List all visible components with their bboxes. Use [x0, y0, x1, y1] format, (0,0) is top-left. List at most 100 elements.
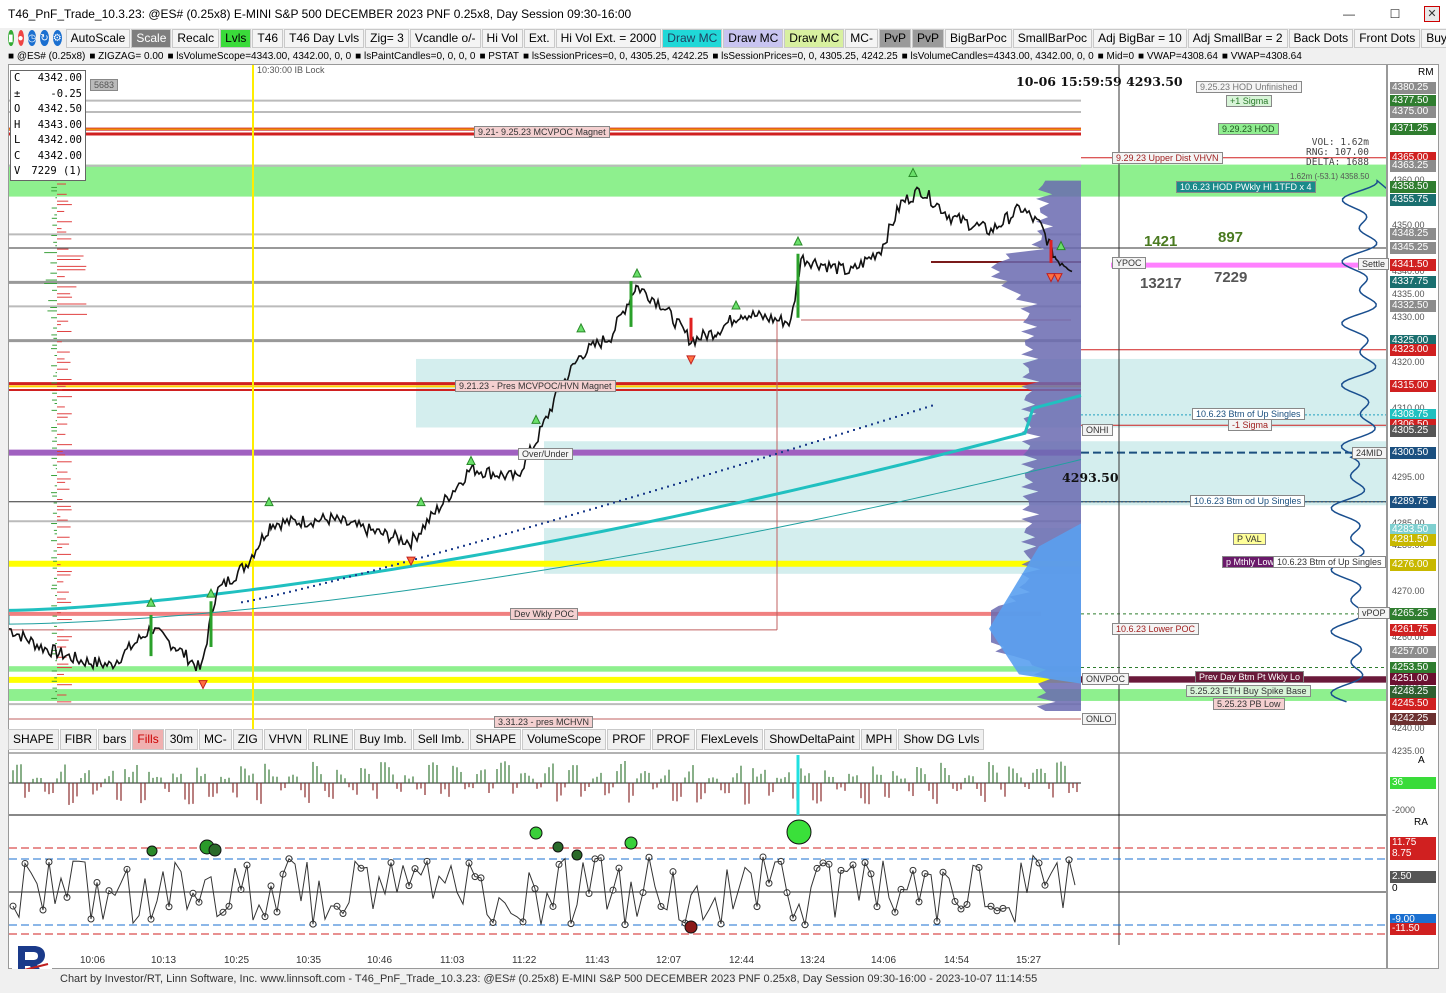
toolbar-button-11[interactable]: Draw MC	[662, 29, 722, 48]
level-label[interactable]: ONHI	[1082, 424, 1113, 436]
indicator-item[interactable]: ■ lsSessionPrices=0, 0, 4305.25, 4242.25	[523, 51, 708, 62]
price-level-tag[interactable]: 4253.50	[1390, 662, 1436, 674]
level-label[interactable]: Dev Wkly POC	[510, 608, 578, 620]
chart-toolbar-button-6[interactable]: ZIG	[233, 729, 263, 750]
toolbar-button-16[interactable]: PvP	[912, 29, 944, 48]
toolbar-button-0[interactable]: AutoScale	[66, 29, 131, 48]
indicator-item[interactable]: ■ lsVolumeCandles=4343.00, 4342.00, 0, 0	[902, 51, 1094, 62]
chart-toolbar-button-5[interactable]: MC-	[199, 729, 232, 750]
close-button[interactable]: ✕	[1418, 0, 1446, 28]
toolbar-button-7[interactable]: Vcandle o/-	[410, 29, 481, 48]
level-label[interactable]: Over/Under	[518, 448, 573, 460]
price-level-tag[interactable]: 4375.00	[1390, 106, 1436, 118]
indicator-item[interactable]: ■ ZIGZAG= 0.00	[89, 51, 163, 62]
toolbar-button-5[interactable]: T46 Day Lvls	[284, 29, 364, 48]
toolbar-button-13[interactable]: Draw MC	[784, 29, 844, 48]
refresh-icon[interactable]: ↻	[40, 30, 48, 46]
level-label[interactable]: 9.25.23 HOD Unfinished	[1196, 81, 1302, 93]
level-label[interactable]: 24MID	[1352, 447, 1387, 459]
toolbar-button-22[interactable]: Front Dots	[1354, 29, 1420, 48]
price-chart-svg[interactable]	[9, 65, 1387, 969]
toolbar-button-14[interactable]: MC-	[845, 29, 878, 48]
price-level-tag[interactable]: 4315.00	[1390, 380, 1436, 392]
price-level-tag[interactable]: 4358.50	[1390, 181, 1436, 193]
price-level-tag[interactable]: 4377.50	[1390, 95, 1436, 107]
chart-toolbar-button-16[interactable]: ShowDeltaPaint	[764, 729, 859, 750]
toolbar-button-15[interactable]: PvP	[879, 29, 911, 48]
chart-toolbar-button-14[interactable]: PROF	[652, 729, 695, 750]
price-level-tag[interactable]: 4363.25	[1390, 160, 1436, 172]
level-label[interactable]: 10.6.23 Btm of Up Singles	[1273, 556, 1386, 568]
level-label[interactable]: 9.29.23 HOD	[1218, 123, 1279, 135]
level-label[interactable]: ONVPOC	[1082, 673, 1129, 685]
chart-toolbar-button-9[interactable]: Buy Imb.	[354, 729, 411, 750]
indicator-item[interactable]: ■ lsVolumeScope=4343.00, 4342.00, 0, 0	[167, 51, 351, 62]
level-label[interactable]: 9.21- 9.25.23 MCVPOC Magnet	[474, 126, 610, 138]
color-wheel-icon[interactable]: ●	[18, 30, 24, 46]
toolbar-button-3[interactable]: Lvls	[220, 29, 251, 48]
toolbar-button-12[interactable]: Draw MC	[723, 29, 783, 48]
clock-icon[interactable]: ◷	[28, 30, 37, 46]
toolbar-button-21[interactable]: Back Dots	[1289, 29, 1354, 48]
price-level-tag[interactable]: 4261.75	[1390, 624, 1436, 636]
price-level-tag[interactable]: 4380.25	[1390, 82, 1436, 94]
chart-toolbar-button-11[interactable]: SHAPE	[470, 729, 521, 750]
toolbar-button-1[interactable]: Scale	[131, 29, 171, 48]
indicator-item[interactable]: ■ @ES# (0.25x8)	[8, 51, 85, 62]
toolbar-button-18[interactable]: SmallBarPoc	[1013, 29, 1092, 48]
price-axis[interactable]: RM 4360.004350.004340.004335.004330.0043…	[1387, 64, 1439, 969]
toolbar-button-4[interactable]: T46	[252, 29, 283, 48]
chart-toolbar-button-4[interactable]: 30m	[165, 729, 198, 750]
indicator-item[interactable]: ■ VWAP=4308.64	[1222, 51, 1302, 62]
price-level-tag[interactable]: 4248.25	[1390, 686, 1436, 698]
maximize-button[interactable]: ☐	[1372, 0, 1418, 28]
price-level-tag[interactable]: 4257.00	[1390, 646, 1436, 658]
chart-toolbar-button-18[interactable]: Show DG Lvls	[898, 729, 984, 750]
chart-area[interactable]	[8, 64, 1387, 969]
level-label[interactable]: 10.6.23 Lower POC	[1112, 623, 1199, 635]
price-level-tag[interactable]: 4355.75	[1390, 194, 1436, 206]
toolbar-button-6[interactable]: Zig= 3	[365, 29, 409, 48]
chart-toolbar-button-17[interactable]: MPH	[861, 729, 898, 750]
price-level-tag[interactable]: 4341.50	[1390, 259, 1436, 271]
price-level-tag[interactable]: 4345.25	[1390, 242, 1436, 254]
chart-toolbar-button-12[interactable]: VolumeScope	[522, 729, 606, 750]
price-level-tag[interactable]: 4300.50	[1390, 447, 1436, 459]
toolbar-button-9[interactable]: Ext.	[524, 29, 555, 48]
price-level-tag[interactable]: 4323.00	[1390, 344, 1436, 356]
chart-toolbar-button-15[interactable]: FlexLevels	[696, 729, 763, 750]
toolbar-button-17[interactable]: BigBarPoc	[945, 29, 1012, 48]
price-level-tag[interactable]: 4305.25	[1390, 425, 1436, 437]
chart-toolbar-button-3[interactable]: Fills	[132, 729, 163, 750]
level-label[interactable]: YPOC	[1112, 257, 1146, 269]
indicator-item[interactable]: ■ VWAP=4308.64	[1138, 51, 1218, 62]
chart-toolbar-button-8[interactable]: RLINE	[308, 729, 353, 750]
level-label[interactable]: p Mthly Low	[1222, 556, 1278, 568]
price-level-tag[interactable]: 4337.75	[1390, 276, 1436, 288]
price-level-tag[interactable]: 4289.75	[1390, 496, 1436, 508]
price-level-tag[interactable]: 4242.25	[1390, 713, 1436, 725]
toolbar-button-10[interactable]: Hi Vol Ext. = 2000	[556, 29, 662, 48]
close-icon[interactable]: ✕	[1424, 6, 1440, 22]
price-level-tag[interactable]: 4245.50	[1390, 698, 1436, 710]
price-level-tag[interactable]: 4251.00	[1390, 673, 1436, 685]
level-label[interactable]: Prev Day Btm Pt Wkly Lo	[1195, 671, 1304, 683]
level-label[interactable]: Settle	[1358, 258, 1389, 270]
price-level-tag[interactable]: 4348.25	[1390, 228, 1436, 240]
price-level-tag[interactable]: 4371.25	[1390, 123, 1436, 135]
price-level-tag[interactable]: 4276.00	[1390, 559, 1436, 571]
toolbar-button-2[interactable]: Recalc	[172, 29, 219, 48]
level-label[interactable]: -1 Sigma	[1228, 419, 1272, 431]
level-label[interactable]: +1 Sigma	[1226, 95, 1272, 107]
level-label[interactable]: P VAL	[1233, 533, 1266, 545]
level-label[interactable]: 9.21.23 - Pres MCVPOC/HVN Magnet	[455, 380, 616, 392]
chart-toolbar-button-13[interactable]: PROF	[607, 729, 650, 750]
level-label[interactable]: 5.25.23 ETH Buy Spike Base	[1186, 685, 1311, 697]
level-label[interactable]: ONLO	[1082, 713, 1116, 725]
level-label[interactable]: 10.6.23 Btm od Up Singles	[1190, 495, 1305, 507]
price-level-tag[interactable]: 4281.50	[1390, 534, 1436, 546]
level-label[interactable]: 3.31.23 - pres MCHVN	[494, 716, 593, 728]
indicator-item[interactable]: ■ lsPaintCandles=0, 0, 0, 0	[355, 51, 475, 62]
level-label[interactable]: 10.6.23 HOD PWkly HI 1TFD x 4	[1176, 181, 1316, 193]
chart-toolbar-button-0[interactable]: SHAPE	[8, 729, 59, 750]
